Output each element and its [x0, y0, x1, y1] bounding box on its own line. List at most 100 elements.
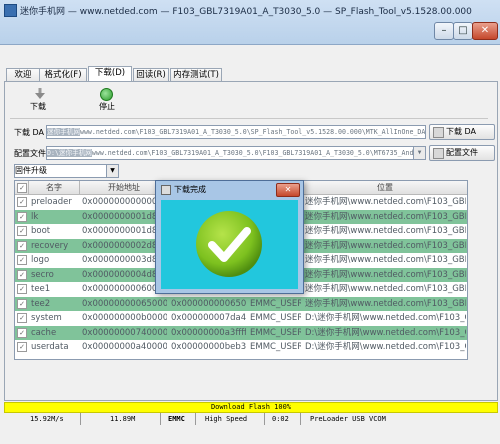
maximize-button[interactable]: □: [453, 22, 473, 40]
checkbox[interactable]: ✓: [17, 183, 27, 193]
column-header-location[interactable]: 位置: [303, 181, 467, 195]
row-end-address: 0x000000007da440ff: [171, 313, 246, 323]
download-mode-select[interactable]: 固件升级 ▼: [14, 164, 119, 178]
da-path-rest: www.netded.com\F103_GBL7319A01_A_T3030_5…: [79, 128, 426, 136]
folder-icon: [433, 127, 444, 138]
row-location: D:\迷你手机网\www.netded.com\F103_GBL7319...: [305, 313, 466, 323]
row-location: 迷你手机网\www.netded.com\F103_GBL7319...: [305, 269, 466, 280]
download-mode-value: 固件升级: [15, 166, 47, 175]
tab-readback[interactable]: 回读(R): [133, 68, 169, 82]
table-row[interactable]: ✓ tee2 0x0000000006500000 0x000000000650ff E…: [15, 296, 467, 311]
divider: [264, 413, 265, 425]
column-header-name[interactable]: 名字: [29, 181, 80, 195]
row-region: EMMC_USER: [250, 313, 301, 323]
row-name: system: [31, 313, 62, 323]
row-checkbox[interactable]: ✓: [17, 313, 27, 323]
divider: [160, 413, 161, 425]
checkmark-success-icon: [196, 211, 262, 277]
scatter-path-prefix: D:\迷你手机网: [47, 149, 92, 157]
row-name: recovery: [31, 240, 69, 251]
folder-icon: [433, 148, 444, 159]
download-arrow-icon: [35, 88, 45, 99]
table-row[interactable]: ✓ cache 0x0000000074000000 0x00000000a3ffff…: [15, 325, 467, 340]
row-location: 迷你手机网\www.netded.com\F103_GBL7319...: [305, 211, 466, 222]
download-da-label: 下载 DA: [14, 128, 45, 137]
row-checkbox[interactable]: ✓: [17, 284, 27, 294]
stop-label[interactable]: 停止: [99, 101, 115, 112]
scatter-path-combo[interactable]: D:\迷你手机网www.netded.com\F103_GBL7319A01_A…: [46, 146, 426, 160]
download-label: 下载: [30, 102, 46, 111]
window-title: 迷你手机网 — www.netded.com — F103_GBL7319A01…: [20, 7, 472, 17]
row-checkbox[interactable]: ✓: [17, 240, 27, 251]
row-end-address: 0x00000000a3ffffff: [171, 327, 246, 338]
row-checkbox[interactable]: ✓: [17, 226, 27, 236]
tab-welcome[interactable]: 欢迎(W): [6, 68, 40, 93]
minimize-button[interactable]: –: [434, 22, 454, 40]
dialog-body: [161, 200, 298, 289]
scatter-file-button[interactable]: 配置文件: [429, 145, 495, 161]
row-start-address: 0x000000000b000000: [82, 313, 167, 323]
row-checkbox[interactable]: ✓: [17, 197, 27, 207]
app-icon: [4, 4, 17, 17]
scatter-file-label: 配置文件: [14, 149, 46, 158]
row-checkbox[interactable]: ✓: [17, 298, 27, 309]
row-region: EMMC_USER: [250, 342, 301, 352]
row-location: D:\迷你手机网\www.netded.com\F103_GBL7319...: [305, 342, 466, 352]
com-port: PreLoader USB VCOM: [310, 415, 386, 423]
transfer-size: 11.89M: [110, 415, 136, 423]
row-checkbox[interactable]: ✓: [17, 342, 27, 352]
tab-download[interactable]: 下载(D): [88, 66, 132, 82]
transfer-speed: 15.92M/s: [30, 415, 64, 423]
download-da-button[interactable]: 下载 DA: [429, 124, 495, 140]
row-location: 迷你手机网\www.netded.com\F103_GBL7319...: [305, 226, 466, 236]
row-end-address: 0x00000000beb33453: [171, 342, 246, 352]
row-location: 迷你手机网\www.netded.com\F103_GBL7319...: [305, 284, 466, 294]
row-checkbox[interactable]: ✓: [17, 327, 27, 338]
storage-type: EMMC: [168, 415, 185, 423]
divider: [80, 413, 81, 425]
row-name: tee1: [31, 284, 51, 294]
download-complete-dialog[interactable]: 下载完成 ✕: [155, 180, 304, 294]
row-start-address: 0x0000000006500000: [82, 298, 167, 309]
table-row[interactable]: ✓ system 0x000000000b000000 0x000000007da44…: [15, 311, 467, 325]
row-checkbox[interactable]: ✓: [17, 255, 27, 265]
row-name: userdata: [31, 342, 69, 352]
row-region: EMMC_USER: [250, 327, 301, 338]
row-end-address: 0x000000000650ff: [171, 298, 246, 309]
dialog-close-button[interactable]: ✕: [276, 183, 300, 197]
progress-bar: Download Flash 100%: [4, 402, 498, 413]
row-name: tee2: [31, 298, 51, 309]
da-path-field[interactable]: 迷你手机网www.netded.com\F103_GBL7319A01_A_T3…: [46, 125, 426, 139]
chevron-down-icon[interactable]: ▼: [106, 165, 118, 177]
table-row[interactable]: ✓ userdata 0x00000000a4000000 0x00000000beb…: [15, 340, 467, 354]
row-location: 迷你手机网\www.netded.com\F103_GBL7319...: [305, 240, 466, 251]
row-start-address: 0x0000000074000000: [82, 327, 167, 338]
row-name: preloader: [31, 197, 72, 207]
row-region: EMMC_USER: [250, 298, 301, 309]
divider: [300, 413, 301, 425]
row-name: logo: [31, 255, 50, 265]
row-name: cache: [31, 327, 57, 338]
row-location: 迷你手机网\www.netded.com\F103_GBL7319...: [305, 298, 466, 309]
chevron-down-icon[interactable]: ▼: [413, 147, 425, 159]
row-checkbox[interactable]: ✓: [17, 269, 27, 280]
row-name: secro: [31, 269, 54, 280]
row-location: D:\迷你手机网\www.netded.com\F103_GBL7319...: [305, 327, 466, 338]
dialog-title: 下载完成: [174, 185, 206, 194]
row-checkbox[interactable]: ✓: [17, 211, 27, 222]
row-start-address: 0x00000000a4000000: [82, 342, 167, 352]
scatter-path-rest: www.netded.com\F103_GBL7319A01_A_T3030_5…: [91, 149, 426, 157]
toolbar: [10, 85, 488, 119]
select-all-header[interactable]: ✓: [15, 181, 29, 195]
row-location: 迷你手机网\www.netded.com\F103_GBL7319...: [305, 197, 466, 207]
divider: [195, 413, 196, 425]
tab-memory-test[interactable]: 内存测试(T): [170, 68, 222, 82]
stop-icon[interactable]: [100, 88, 113, 101]
elapsed-time: 0:02: [272, 415, 289, 423]
close-button[interactable]: ✕: [472, 22, 498, 40]
row-name: boot: [31, 226, 51, 236]
dialog-app-icon: [161, 185, 171, 195]
da-path-prefix: 迷你手机网: [47, 128, 80, 136]
tab-format[interactable]: 格式化(F): [39, 68, 87, 82]
row-location: 迷你手机网\www.netded.com\F103_GBL7319...: [305, 255, 466, 265]
